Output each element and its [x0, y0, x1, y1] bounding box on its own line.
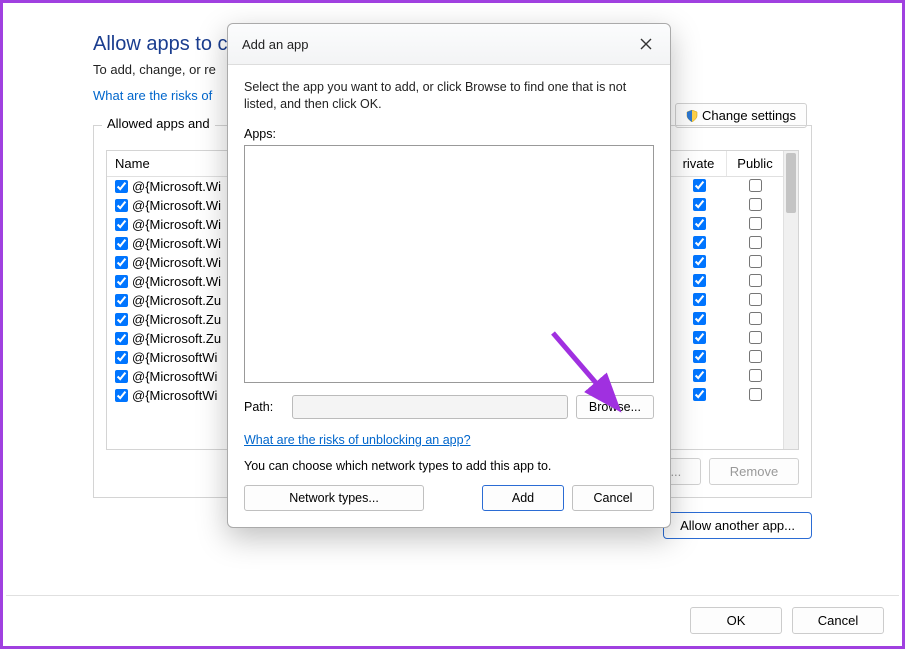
row-name-label: @{MicrosoftWi: [132, 350, 217, 365]
row-enable-checkbox[interactable]: [115, 275, 128, 288]
dialog-instruction: Select the app you want to add, or click…: [244, 79, 654, 113]
row-enable-checkbox[interactable]: [115, 294, 128, 307]
col-private[interactable]: rivate: [671, 151, 727, 176]
allow-another-app-button[interactable]: Allow another app...: [663, 512, 812, 539]
row-enable-checkbox[interactable]: [115, 313, 128, 326]
row-private-checkbox[interactable]: [693, 331, 706, 344]
footer-divider: [6, 595, 899, 596]
row-private-checkbox[interactable]: [693, 312, 706, 325]
row-public-checkbox[interactable]: [749, 255, 762, 268]
row-public-checkbox[interactable]: [749, 369, 762, 382]
row-public-checkbox[interactable]: [749, 274, 762, 287]
row-public-checkbox[interactable]: [749, 179, 762, 192]
network-choose-text: You can choose which network types to ad…: [244, 459, 654, 473]
row-private-checkbox[interactable]: [693, 236, 706, 249]
dialog-title: Add an app: [242, 37, 309, 52]
row-private-checkbox[interactable]: [693, 369, 706, 382]
row-private-checkbox[interactable]: [693, 350, 706, 363]
row-public-checkbox[interactable]: [749, 388, 762, 401]
change-settings-label: Change settings: [702, 108, 796, 123]
path-label: Path:: [244, 400, 284, 414]
dialog-close-button[interactable]: [632, 32, 660, 56]
row-private-checkbox[interactable]: [693, 179, 706, 192]
row-name-label: @{Microsoft.Wi: [132, 198, 221, 213]
row-private-checkbox[interactable]: [693, 274, 706, 287]
row-private-checkbox[interactable]: [693, 388, 706, 401]
row-private-checkbox[interactable]: [693, 293, 706, 306]
browse-button[interactable]: Browse...: [576, 395, 654, 419]
row-enable-checkbox[interactable]: [115, 351, 128, 364]
row-public-checkbox[interactable]: [749, 217, 762, 230]
row-public-checkbox[interactable]: [749, 293, 762, 306]
shield-icon: [686, 110, 698, 122]
group-title: Allowed apps and: [102, 116, 215, 131]
network-types-button[interactable]: Network types...: [244, 485, 424, 511]
row-enable-checkbox[interactable]: [115, 389, 128, 402]
add-button[interactable]: Add: [482, 485, 564, 511]
close-icon: [640, 38, 652, 50]
row-name-label: @{Microsoft.Wi: [132, 274, 221, 289]
risks-link[interactable]: What are the risks of: [93, 88, 212, 103]
unblock-risks-link[interactable]: What are the risks of unblocking an app?: [244, 433, 471, 447]
row-enable-checkbox[interactable]: [115, 180, 128, 193]
remove-button[interactable]: Remove: [709, 458, 799, 485]
row-enable-checkbox[interactable]: [115, 218, 128, 231]
cancel-button[interactable]: Cancel: [792, 607, 884, 634]
row-enable-checkbox[interactable]: [115, 332, 128, 345]
row-private-checkbox[interactable]: [693, 255, 706, 268]
row-name-label: @{Microsoft.Zu: [132, 312, 221, 327]
dialog-title-bar[interactable]: Add an app: [228, 24, 670, 65]
ok-button[interactable]: OK: [690, 607, 782, 634]
path-input[interactable]: [292, 395, 568, 419]
row-name-label: @{Microsoft.Zu: [132, 293, 221, 308]
add-app-dialog: Add an app Select the app you want to ad…: [227, 23, 671, 528]
col-public[interactable]: Public: [727, 151, 783, 176]
row-public-checkbox[interactable]: [749, 331, 762, 344]
apps-label: Apps:: [244, 127, 654, 141]
scrollbar[interactable]: [783, 151, 798, 449]
row-name-label: @{Microsoft.Wi: [132, 217, 221, 232]
dialog-cancel-button[interactable]: Cancel: [572, 485, 654, 511]
row-name-label: @{Microsoft.Wi: [132, 255, 221, 270]
row-name-label: @{Microsoft.Wi: [132, 179, 221, 194]
row-private-checkbox[interactable]: [693, 198, 706, 211]
row-public-checkbox[interactable]: [749, 312, 762, 325]
row-enable-checkbox[interactable]: [115, 199, 128, 212]
row-public-checkbox[interactable]: [749, 198, 762, 211]
row-name-label: @{Microsoft.Zu: [132, 331, 221, 346]
row-private-checkbox[interactable]: [693, 217, 706, 230]
row-name-label: @{Microsoft.Wi: [132, 236, 221, 251]
row-public-checkbox[interactable]: [749, 350, 762, 363]
row-enable-checkbox[interactable]: [115, 237, 128, 250]
row-name-label: @{MicrosoftWi: [132, 369, 217, 384]
row-public-checkbox[interactable]: [749, 236, 762, 249]
apps-listbox[interactable]: [244, 145, 654, 383]
scrollbar-thumb[interactable]: [786, 153, 796, 213]
row-enable-checkbox[interactable]: [115, 256, 128, 269]
row-name-label: @{MicrosoftWi: [132, 388, 217, 403]
row-enable-checkbox[interactable]: [115, 370, 128, 383]
